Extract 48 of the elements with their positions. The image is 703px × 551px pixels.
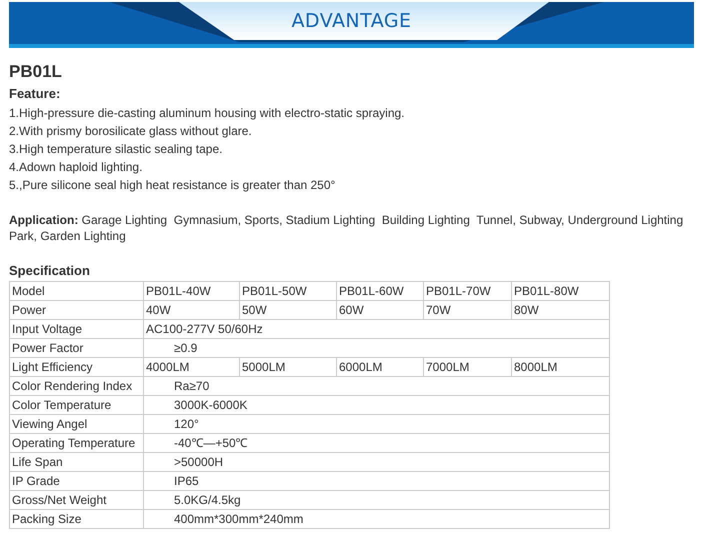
table-cell: Power Factor — [10, 338, 144, 358]
table-cell: Operating Temperature — [10, 434, 144, 452]
table-cell: 5.0KG/4.5kg — [144, 490, 610, 510]
product-title: PB01L — [9, 62, 62, 82]
table-cell: 5000LM — [240, 358, 336, 376]
table-cell: Power — [10, 300, 144, 320]
table-cell: Gross/Net Weight — [10, 490, 144, 510]
table-cell: Model — [10, 282, 144, 300]
table-cell: >50000H — [144, 452, 610, 472]
table-cell: 70W — [424, 300, 512, 320]
feature-heading: Feature: — [9, 86, 60, 102]
feature-item: 5.,Pure silicone seal high heat resistance is greater than 250° — [9, 177, 336, 194]
table-cell: Color Temperature — [10, 396, 144, 414]
table-cell: IP65 — [144, 472, 610, 490]
table-cell: Ra≥70 — [144, 376, 610, 396]
table-cell: PB01L-70W — [424, 282, 512, 300]
table-cell: 400mm*300mm*240mm — [144, 510, 610, 528]
table-cell: 7000LM — [424, 358, 512, 376]
table-cell: Color Rendering Index — [10, 376, 144, 396]
table-cell: 3000K-6000K — [144, 396, 610, 414]
application-text: Application: Garage Lighting Gymnasium, Sports, Stadium Lighting Building Lighting Tunnel, Subway, Underground Lighting Park, Garden Lighting — [9, 212, 684, 244]
feature-item: 2.With prismy borosilicate glass without glare. — [9, 123, 252, 140]
table-cell: PB01L-80W — [512, 282, 610, 300]
table-cell: AC100-277V 50/60Hz — [144, 320, 610, 338]
table-cell: 120° — [144, 414, 610, 434]
banner-title: ADVANTAGE — [291, 9, 412, 33]
feature-item: 1.High-pressure die-casting aluminum housing with electro-static spraying. — [9, 105, 405, 122]
table-cell: 8000LM — [512, 358, 610, 376]
table-cell: 80W — [512, 300, 610, 320]
table-cell: Packing Size — [10, 510, 144, 528]
table-cell: PB01L-60W — [336, 282, 424, 300]
specification-heading: Specification — [9, 263, 90, 279]
table-cell: 40W — [144, 300, 240, 320]
table-cell: Light Efficiency — [10, 358, 144, 376]
table-cell: 50W — [240, 300, 336, 320]
table-cell: Life Span — [10, 452, 144, 472]
table-cell: PB01L-40W — [144, 282, 240, 300]
table-cell: Viewing Angel — [10, 414, 144, 434]
table-cell: 6000LM — [336, 358, 424, 376]
table-cell: ≥0.9 — [144, 338, 610, 358]
table-cell: 4000LM — [144, 358, 240, 376]
feature-item: 4.Adown haploid lighting. — [9, 159, 142, 176]
table-cell: IP Grade — [10, 472, 144, 490]
table-cell: -40℃—+50℃ — [144, 434, 610, 452]
feature-item: 3.High temperature silastic sealing tape. — [9, 141, 222, 158]
table-cell: Input Voltage — [10, 320, 144, 338]
table-cell: 60W — [336, 300, 424, 320]
table-cell: PB01L-50W — [240, 282, 336, 300]
